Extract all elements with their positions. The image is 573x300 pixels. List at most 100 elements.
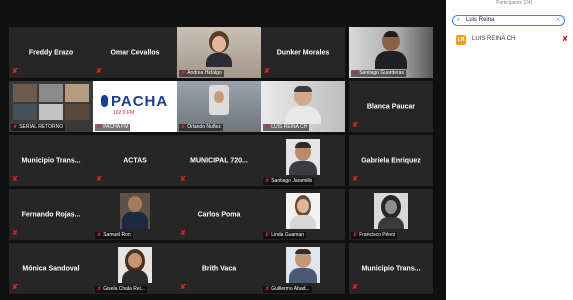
caption-text: Santiago Jaramillo [271, 178, 313, 184]
participant-tile[interactable]: Mónica Sandoval ✘ [9, 243, 93, 294]
participant-tile[interactable]: ACTAS ✘ [93, 135, 177, 186]
participant-tile[interactable]: Municipio Trans... ✘ [349, 243, 433, 294]
participant-caption: ✘ Gisela Chala Rei... [95, 286, 147, 293]
muted-mic-icon: ✘ [265, 286, 270, 292]
participant-photo [204, 31, 234, 67]
muted-mic-icon: ✘ [181, 70, 186, 76]
muted-mic-icon: ✘ [12, 284, 18, 291]
participant-name: MUNICIPAL 720... [190, 157, 248, 164]
participant-tile[interactable]: Carlos Poma ✘ [177, 189, 261, 240]
muted-mic-icon: ✘ [96, 68, 102, 75]
participant-tile[interactable]: ✘ LUIS REINA CH [261, 81, 345, 132]
participant-tile[interactable]: ✘ Guillermo Abad... [261, 243, 345, 294]
participant-name: Omar Cevallos [110, 49, 160, 56]
participant-tile[interactable]: ✘ Samuel Ron [93, 189, 177, 240]
participant-tile[interactable]: Dunker Morales ✘ [261, 27, 345, 78]
participant-name: Brith Vaca [201, 265, 237, 272]
caption-text: Samuel Ron [103, 232, 131, 238]
participant-caption: ✘ PACHA FM [95, 124, 131, 131]
participant-tile[interactable]: PACHA 102.9 FM ✘ PACHA FM [93, 81, 177, 132]
participant-name: ACTAS [123, 157, 147, 164]
participant-caption: ✘ Andrea Hidalgo [179, 70, 224, 77]
participant-tile[interactable]: MUNICIPAL 720... ✘ [177, 135, 261, 186]
caption-text: Linda Guaman [271, 232, 305, 238]
participant-tile[interactable]: ✘ SERIAL RETORNO [9, 81, 93, 132]
search-icon: ⌕ [457, 17, 461, 23]
participant-caption: ✘ Orlando Nuñez [179, 124, 223, 131]
participant-tile[interactable]: ✘ Andrea Hidalgo [177, 27, 261, 78]
participant-caption: ✘ Santiago Jaramillo [263, 178, 315, 185]
caption-text: Guillermo Abad... [271, 286, 310, 292]
muted-mic-icon[interactable]: ✘ [562, 35, 568, 43]
participant-caption: ✘ Guillermo Abad... [263, 286, 312, 293]
muted-mic-icon: ✘ [97, 124, 102, 130]
caption-text: Santiago Guarderas [359, 70, 404, 76]
participant-photo [374, 193, 408, 229]
search-input[interactable]: ⌕ Luis Reina ✕ [452, 15, 565, 26]
participant-photo [205, 85, 233, 121]
muted-mic-icon: ✘ [12, 176, 18, 183]
muted-mic-icon: ✘ [352, 176, 358, 183]
participant-photo [118, 247, 152, 283]
caption-text: Francisco Pérez [359, 232, 396, 238]
participant-caption: ✘ SERIAL RETORNO [11, 124, 66, 131]
participant-tile[interactable]: Omar Cevallos ✘ [93, 27, 177, 78]
participant-photo [286, 139, 320, 175]
participant-name: Municipio Trans... [361, 265, 421, 272]
microphone-logo-icon [101, 95, 108, 107]
muted-mic-icon: ✘ [352, 284, 358, 291]
caption-text: Andrea Hidalgo [187, 70, 222, 76]
participant-tile[interactable]: Fernando Rojas... ✘ [9, 189, 93, 240]
panel-title: Participants (24) [496, 0, 533, 6]
muted-mic-icon: ✘ [352, 122, 358, 129]
participant-tile[interactable]: ✘ Linda Guaman [261, 189, 345, 240]
muted-mic-icon: ✘ [264, 68, 270, 75]
participant-list-item[interactable]: LR LUIS REINA CH ✘ [452, 34, 570, 46]
radio-logo-text: PACHA [111, 93, 169, 110]
muted-mic-icon: ✘ [96, 176, 102, 183]
clear-search-icon[interactable]: ✕ [555, 16, 561, 24]
participant-name: Gabriela Enriquez [361, 157, 421, 164]
video-gallery: Freddy Erazo ✘ Omar Cevallos ✘ ✘ Andrea H… [0, 0, 446, 300]
participant-photo [283, 84, 323, 124]
muted-mic-icon: ✘ [353, 232, 358, 238]
participant-tile[interactable]: Gabriela Enriquez ✘ [349, 135, 433, 186]
participant-tile[interactable]: ✘ Francisco Pérez [349, 189, 433, 240]
muted-mic-icon: ✘ [265, 178, 270, 184]
participant-name: Mónica Sandoval [22, 265, 80, 272]
participant-caption: ✘ Samuel Ron [95, 232, 133, 239]
participant-name: Dunker Morales [276, 49, 330, 56]
participant-tile[interactable]: Municipio Trans... ✘ [9, 135, 93, 186]
muted-mic-icon: ✘ [181, 124, 186, 130]
participant-list-name: LUIS REINA CH [472, 36, 516, 42]
muted-mic-icon: ✘ [180, 230, 186, 237]
muted-mic-icon: ✘ [13, 124, 18, 130]
participant-name: Municipio Trans... [21, 157, 81, 164]
muted-mic-icon: ✘ [12, 68, 18, 75]
participant-caption: ✘ Linda Guaman [263, 232, 307, 239]
muted-mic-icon: ✘ [265, 124, 270, 130]
participant-photo [286, 247, 320, 283]
participant-tile[interactable]: ✘ Santiago Jaramillo [261, 135, 345, 186]
participant-name: Freddy Erazo [28, 49, 74, 56]
muted-mic-icon: ✘ [180, 284, 186, 291]
participants-panel: Participants (24) ⌕ Luis Reina ✕ LR LUIS… [446, 0, 573, 300]
participant-name: Carlos Poma [197, 211, 241, 218]
participant-caption: ✘ Santiago Guarderas [351, 70, 406, 77]
participant-tile[interactable]: Blanca Paucar ✘ [349, 81, 433, 132]
radio-frequency: 102.9 FM [113, 110, 135, 116]
participant-tile[interactable]: ✘ Santiago Guarderas [349, 27, 433, 78]
avatar: LR [456, 35, 466, 45]
participant-caption: ✘ Francisco Pérez [351, 232, 398, 239]
caption-text: SERIAL RETORNO [19, 124, 64, 130]
muted-mic-icon: ✘ [97, 232, 102, 238]
participant-tile[interactable]: ✘ Gisela Chala Rei... [93, 243, 177, 294]
caption-text: PACHA FM [103, 124, 129, 130]
caption-text: Gisela Chala Rei... [103, 286, 145, 292]
participant-tile[interactable]: Brith Vaca ✘ [177, 243, 261, 294]
participant-tile[interactable]: ✘ Orlando Nuñez [177, 81, 261, 132]
radio-logo: PACHA 102.9 FM [99, 93, 171, 117]
participant-photo [120, 193, 150, 229]
search-value: Luis Reina [466, 17, 495, 23]
participant-tile[interactable]: Freddy Erazo ✘ [9, 27, 93, 78]
